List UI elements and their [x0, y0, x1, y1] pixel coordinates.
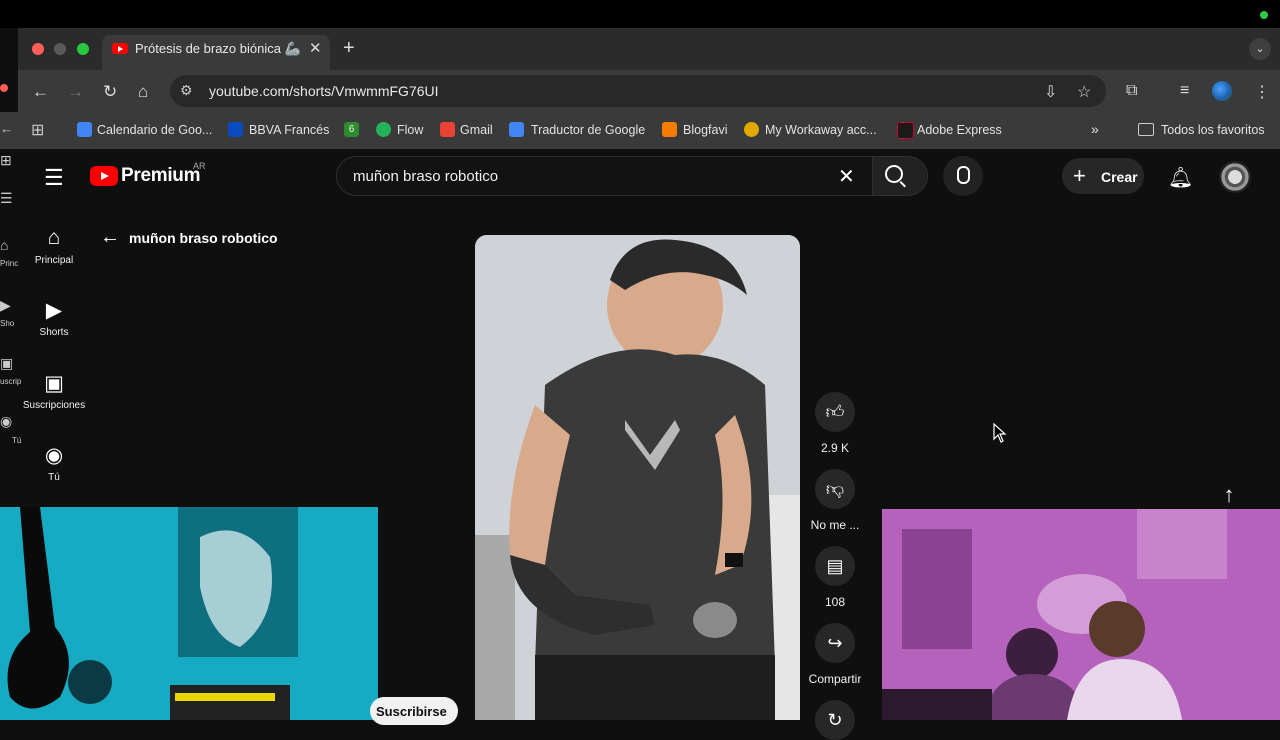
ghost-menu-icon: ☰: [0, 190, 13, 206]
media-control-icon[interactable]: ≡: [1180, 82, 1189, 100]
bookmark-bbva[interactable]: BBVA Francés: [249, 123, 329, 137]
bookmark-workaway[interactable]: My Workaway acc...: [765, 123, 877, 137]
sidebar-label: Shorts: [39, 327, 69, 338]
apps-grid-icon[interactable]: ⊞: [31, 120, 44, 140]
subscribe-label[interactable]: Suscribirse: [376, 704, 447, 719]
maximize-window-button[interactable]: [77, 43, 89, 55]
sidebar-label: Principal: [34, 255, 74, 266]
bookmark-translate[interactable]: Traductor de Google: [531, 123, 645, 137]
ghost-home-icon: ⌂: [0, 237, 9, 253]
clear-search-icon[interactable]: ✕: [838, 164, 855, 189]
tab-search-button[interactable]: ⌄: [1249, 38, 1271, 60]
ghost-label-principal: Princ: [0, 259, 19, 268]
menu-icon[interactable]: ☰: [44, 165, 64, 191]
translate-icon: [509, 122, 524, 137]
top-strip: [0, 0, 1280, 28]
bookmark-star-icon[interactable]: ☆: [1077, 82, 1091, 102]
video-frame-image: [475, 235, 800, 720]
adobe-express-icon: [897, 122, 914, 139]
bookmark-adobe-express[interactable]: Adobe Express: [917, 123, 1002, 137]
dislike-button[interactable]: 👎︎: [815, 469, 855, 509]
avatar[interactable]: [1219, 161, 1251, 193]
ghost-grid-icon: ⊞: [0, 152, 12, 168]
subscriptions-icon: ▣: [44, 372, 64, 395]
bookmark-calendar[interactable]: Calendario de Goo...: [97, 123, 212, 137]
new-tab-button[interactable]: +: [343, 37, 355, 60]
dislike-label: No me ...: [810, 518, 860, 532]
comments-count: 108: [824, 595, 846, 609]
site-info-icon[interactable]: ⚙: [180, 82, 193, 99]
minimize-window-button[interactable]: [54, 43, 66, 55]
webcam-left-image: [0, 507, 378, 720]
country-code: AR: [193, 161, 206, 171]
ghost-window-dot: [0, 84, 8, 92]
tab-close-icon[interactable]: ✕: [309, 39, 322, 57]
sidebar-item-suscripciones[interactable]: ▣ Suscripciones: [18, 371, 90, 411]
sidebar-label: Suscripciones: [22, 400, 86, 411]
recording-indicator: [1260, 11, 1268, 19]
notifications-bell-icon[interactable]: 🔔︎: [1168, 165, 1193, 190]
gmail-icon: [440, 122, 455, 137]
sidebar-item-tu[interactable]: ◉ Tú: [18, 443, 90, 483]
bbva-icon: [228, 122, 243, 137]
close-window-button[interactable]: [32, 43, 44, 55]
remix-button[interactable]: ↻: [815, 700, 855, 740]
profile-icon[interactable]: [1212, 81, 1232, 101]
sidebar-item-shorts[interactable]: ▶ Shorts: [18, 298, 90, 338]
search-icon[interactable]: [885, 165, 903, 183]
youtube-logo-text[interactable]: Premium: [121, 165, 201, 187]
ghost-you-icon: ◉: [0, 413, 13, 429]
share-button[interactable]: ↪: [815, 623, 855, 663]
search-input[interactable]: muñon braso robotico: [353, 168, 498, 185]
youtube-favicon-icon: [112, 43, 128, 54]
url-text[interactable]: youtube.com/shorts/VmwmmFG76UI: [209, 83, 439, 99]
calendar-icon: [77, 122, 92, 137]
youtube-logo-icon[interactable]: [90, 166, 118, 186]
sidebar-item-principal[interactable]: ⌂ Principal: [18, 226, 90, 266]
you-icon: ◉: [44, 444, 64, 467]
home-icon: ⌂: [47, 226, 61, 249]
reload-button[interactable]: ↻: [103, 82, 117, 102]
blogfavi-icon: [662, 122, 677, 137]
comments-button[interactable]: ▤: [815, 546, 855, 586]
plus-icon[interactable]: +: [1073, 163, 1086, 189]
bookmarks-overflow-icon[interactable]: »: [1091, 121, 1099, 137]
forward-button[interactable]: →: [67, 82, 84, 102]
back-button[interactable]: ←: [32, 82, 49, 102]
tab-title: Prótesis de brazo biónica 🦾: [135, 41, 301, 56]
extensions-icon[interactable]: ⧉: [1126, 82, 1137, 100]
workaway-icon: [744, 122, 759, 137]
mouse-cursor-icon: [993, 423, 1007, 443]
microphone-icon[interactable]: [957, 166, 970, 184]
bookmark-blogfavi[interactable]: Blogfavi: [683, 123, 727, 137]
bookmark-flow[interactable]: Flow: [397, 123, 423, 137]
flow-icon: [376, 122, 391, 137]
webcam-right-image: [882, 509, 1280, 720]
sidebar-label: Tú: [48, 472, 60, 483]
shorts-video-player[interactable]: [475, 235, 800, 720]
bookmark-6[interactable]: 6: [344, 122, 359, 137]
like-count: 2.9 K: [820, 441, 850, 455]
all-bookmarks-folder[interactable]: Todos los favoritos: [1161, 123, 1265, 137]
folder-icon: [1138, 123, 1154, 136]
ghost-label-shorts: Sho: [0, 319, 15, 328]
webcam-overlay-right: [882, 509, 1280, 720]
ghost-arrow-icon: ←: [0, 121, 13, 136]
install-app-icon[interactable]: ⇩: [1044, 82, 1057, 102]
create-label[interactable]: Crear: [1101, 169, 1138, 185]
webcam-overlay-left: [0, 507, 378, 720]
ghost-subs-icon: ▣: [0, 355, 14, 371]
more-menu-icon[interactable]: ⋮: [1254, 82, 1270, 102]
shorts-icon: ▶: [45, 299, 63, 322]
share-label: Compartir: [808, 672, 862, 686]
back-search-query[interactable]: muñon braso robotico: [129, 230, 278, 246]
back-arrow-icon[interactable]: ←: [100, 226, 120, 249]
like-button[interactable]: 👍︎: [815, 392, 855, 432]
home-button[interactable]: ⌂: [138, 82, 148, 102]
ghost-shorts-icon: ▶: [0, 297, 11, 313]
bookmark-gmail[interactable]: Gmail: [460, 123, 493, 137]
